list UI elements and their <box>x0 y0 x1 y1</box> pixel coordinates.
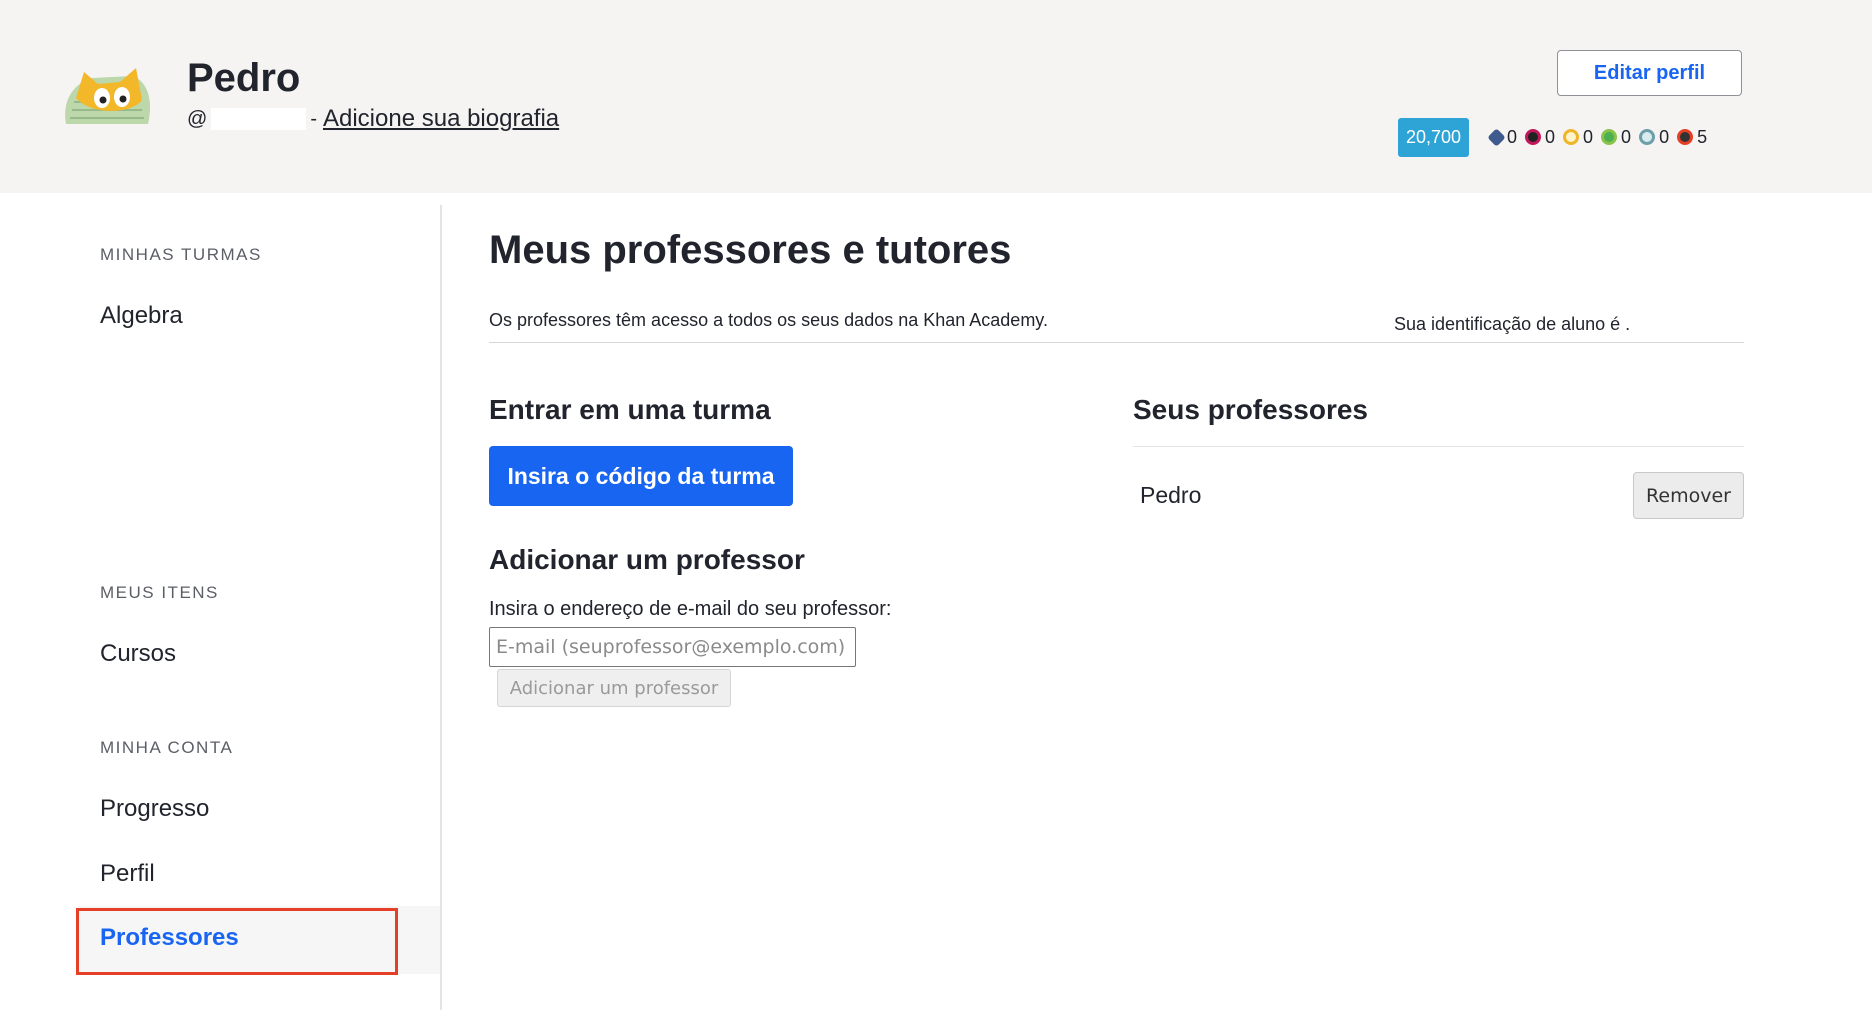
sidebar-divider <box>440 205 442 1010</box>
highlight-annotation <box>76 908 398 975</box>
sidebar-item-profile[interactable]: Perfil <box>100 860 155 888</box>
badge-moon[interactable]: 0 <box>1525 127 1555 148</box>
badge-meteorite[interactable]: 0 <box>1487 126 1518 148</box>
your-teachers-title: Seus professores <box>1133 394 1368 425</box>
badge-counts: 0 0 0 0 0 5 <box>1487 124 1707 150</box>
profile-header: Pedro @ - Adicione sua biografia Editar … <box>0 0 1872 193</box>
my-account-heading: MINHA CONTA <box>100 738 234 757</box>
black-hole-badge-icon <box>1639 129 1656 145</box>
badge-black-hole[interactable]: 0 <box>1639 127 1669 148</box>
sidebar-item-courses[interactable]: Cursos <box>100 640 176 668</box>
earth-badge-icon <box>1563 129 1580 145</box>
teacher-email-input[interactable] <box>489 627 856 667</box>
page-title: Meus professores e tutores <box>489 228 1012 272</box>
divider <box>1133 446 1744 447</box>
teacher-email-label: Insira o endereço de e-mail do seu profe… <box>489 598 892 620</box>
moon-badge-icon <box>1525 129 1542 145</box>
handle-prefix: @ <box>187 108 208 130</box>
divider <box>489 342 1744 343</box>
badge-count: 5 <box>1697 126 1708 147</box>
badge-challenge[interactable]: 5 <box>1677 127 1707 148</box>
badge-count: 0 <box>1659 126 1670 147</box>
sidebar-item-progress[interactable]: Progresso <box>100 795 209 823</box>
remove-teacher-button[interactable]: Remover <box>1633 472 1744 519</box>
join-class-title: Entrar em uma turma <box>489 394 771 425</box>
sidebar-item-algebra[interactable]: Algebra <box>100 302 183 330</box>
my-classes-heading: MINHAS TURMAS <box>100 245 262 264</box>
redacted-username <box>211 108 307 130</box>
edit-profile-button[interactable]: Editar perfil <box>1557 50 1742 96</box>
add-bio-link[interactable]: Adicione sua biografia <box>323 104 559 134</box>
sun-badge-icon <box>1601 129 1618 145</box>
energy-points-badge: 20,700 <box>1398 118 1469 157</box>
my-items-heading: MEUS ITENS <box>100 583 219 602</box>
user-handle-row: @ - Adicione sua biografia <box>187 104 559 134</box>
badge-count: 0 <box>1507 126 1518 147</box>
teacher-name: Pedro <box>1140 482 1202 508</box>
badge-count: 0 <box>1545 126 1556 147</box>
add-teacher-title: Adicionar um professor <box>489 544 805 575</box>
badge-sun[interactable]: 0 <box>1601 127 1631 148</box>
student-id-text: Sua identificação de aluno é . <box>1394 314 1631 334</box>
challenge-patch-icon <box>1677 129 1694 145</box>
avatar[interactable] <box>62 62 152 134</box>
badge-count: 0 <box>1621 126 1632 147</box>
add-teacher-button[interactable]: Adicionar um professor <box>497 669 731 707</box>
handle-separator: - <box>310 108 317 130</box>
teachers-access-info: Os professores têm acesso a todos os seu… <box>489 310 1048 330</box>
badge-earth[interactable]: 0 <box>1563 127 1593 148</box>
user-name: Pedro <box>187 56 301 100</box>
enter-class-code-button[interactable]: Insira o código da turma <box>489 446 793 506</box>
meteorite-badge-icon <box>1487 127 1506 147</box>
badge-count: 0 <box>1583 126 1594 147</box>
